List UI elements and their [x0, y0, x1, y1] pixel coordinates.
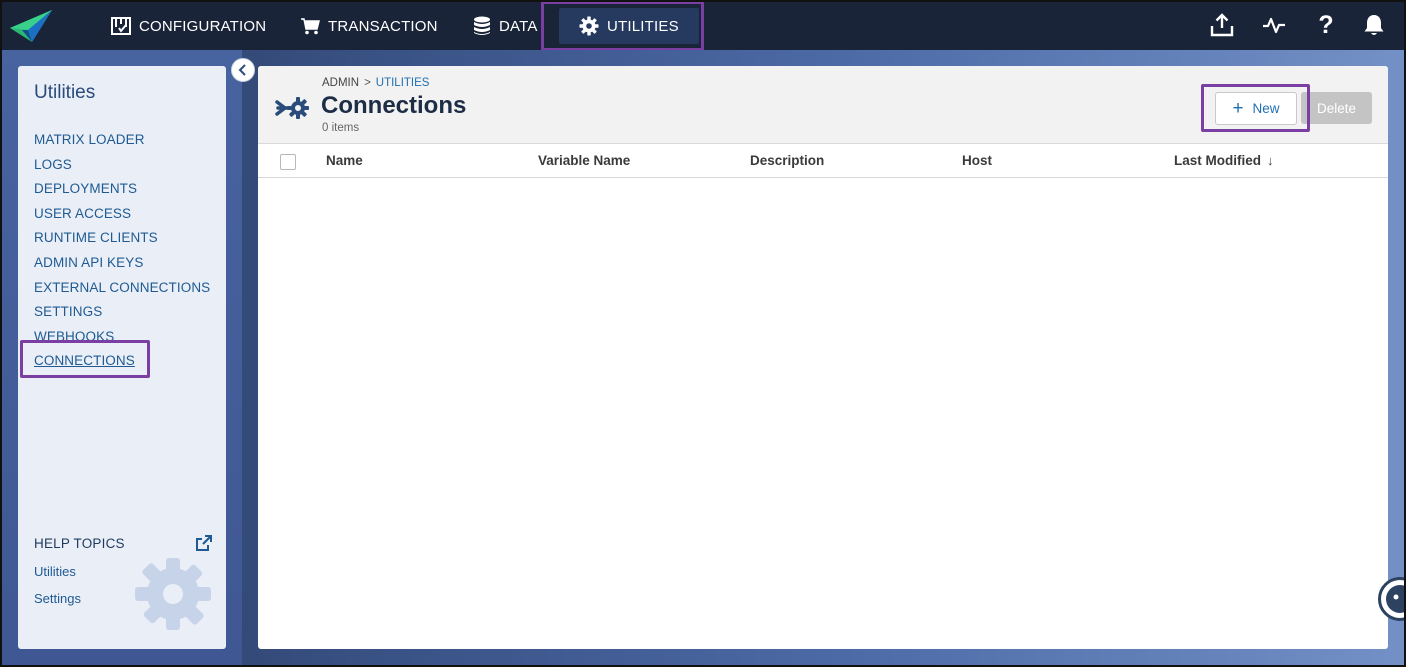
sidebar-item-logs[interactable]: LOGS — [34, 153, 210, 178]
top-navigation-bar: CONFIGURATION TRANSACTION DATA UTILITIES… — [0, 0, 1406, 51]
select-all-checkbox[interactable] — [280, 154, 296, 170]
new-button-label: New — [1252, 101, 1280, 116]
column-header-description[interactable]: Description — [750, 153, 824, 168]
sidebar-title: Utilities — [34, 82, 96, 103]
main-panel: ADMIN > UTILITIES Connections 0 items + Ne… — [258, 66, 1388, 649]
bell-icon[interactable] — [1361, 12, 1387, 38]
sidebar-item-admin-api-keys[interactable]: ADMIN API KEYS — [34, 251, 210, 276]
sidebar-item-deployments[interactable]: DEPLOYMENTS — [34, 177, 210, 202]
column-header-variable-name[interactable]: Variable Name — [538, 153, 630, 168]
breadcrumb-separator: > — [364, 77, 371, 89]
nav-configuration[interactable]: CONFIGURATION — [111, 8, 266, 44]
sort-descending-icon[interactable]: ↓ — [1267, 153, 1274, 168]
collapse-sidebar-button[interactable] — [231, 58, 255, 82]
nav-data-label: DATA — [499, 17, 538, 35]
sidebar-item-settings[interactable]: SETTINGS — [34, 300, 210, 325]
app-logo-icon[interactable] — [8, 8, 54, 44]
sidebar-item-matrix-loader[interactable]: MATRIX LOADER — [34, 128, 210, 153]
sidebar-item-runtime-clients[interactable]: RUNTIME CLIENTS — [34, 226, 210, 251]
nav-transaction-label: TRANSACTION — [328, 17, 438, 35]
connections-icon — [275, 97, 309, 119]
help-link-settings[interactable]: Settings — [34, 591, 81, 606]
cart-icon — [301, 18, 320, 35]
column-header-name[interactable]: Name — [326, 153, 363, 168]
sidebar-item-webhooks[interactable]: WEBHOOKS — [34, 325, 210, 350]
breadcrumb: ADMIN > UTILITIES — [322, 77, 429, 89]
table-header: Name Variable Name Description Host Last… — [258, 145, 1388, 178]
delete-button-label: Delete — [1316, 100, 1357, 116]
sidebar-nav: MATRIX LOADER LOGS DEPLOYMENTS USER ACCE… — [34, 128, 210, 374]
sidebar-item-connections[interactable]: CONNECTIONS — [34, 349, 210, 374]
nav-configuration-label: CONFIGURATION — [139, 17, 267, 35]
table-body — [258, 178, 1388, 649]
decorative-gear-icon — [135, 558, 211, 630]
column-header-last-modified[interactable]: Last Modified ↓ — [1174, 153, 1274, 168]
page-title: Connections — [321, 92, 467, 119]
page-header: ADMIN > UTILITIES Connections 0 items + Ne… — [258, 66, 1388, 144]
assistant-widget-button[interactable] — [1378, 577, 1406, 621]
help-link-utilities[interactable]: Utilities — [34, 564, 76, 579]
activity-icon[interactable] — [1261, 12, 1287, 38]
chevron-left-icon — [238, 64, 246, 76]
nav-utilities-label: UTILITIES — [607, 17, 679, 35]
column-header-host[interactable]: Host — [962, 153, 992, 168]
breadcrumb-root[interactable]: ADMIN — [322, 77, 359, 89]
nav-transaction[interactable]: TRANSACTION — [300, 8, 438, 44]
assistant-icon — [1386, 585, 1406, 613]
help-icon[interactable]: ? — [1313, 12, 1339, 38]
help-topics-title: HELP TOPICS — [34, 536, 125, 551]
database-icon — [474, 16, 490, 35]
nav-data[interactable]: DATA — [473, 8, 538, 44]
column-header-last-modified-label: Last Modified — [1174, 153, 1261, 168]
gear-icon — [579, 16, 599, 36]
sidebar-item-user-access[interactable]: USER ACCESS — [34, 202, 210, 227]
new-button[interactable]: + New — [1215, 92, 1297, 125]
breadcrumb-current[interactable]: UTILITIES — [376, 77, 430, 89]
plus-icon: + — [1232, 98, 1244, 119]
sidebar-item-external-connections[interactable]: EXTERNAL CONNECTIONS — [34, 276, 210, 301]
nav-utilities[interactable]: UTILITIES — [559, 8, 699, 44]
external-link-icon[interactable] — [196, 535, 212, 551]
upload-icon[interactable] — [1209, 12, 1235, 38]
item-count: 0 items — [322, 122, 360, 134]
sidebar: Utilities MATRIX LOADER LOGS DEPLOYMENTS… — [18, 66, 226, 649]
delete-button[interactable]: Delete — [1301, 92, 1372, 124]
configuration-icon — [111, 17, 131, 35]
